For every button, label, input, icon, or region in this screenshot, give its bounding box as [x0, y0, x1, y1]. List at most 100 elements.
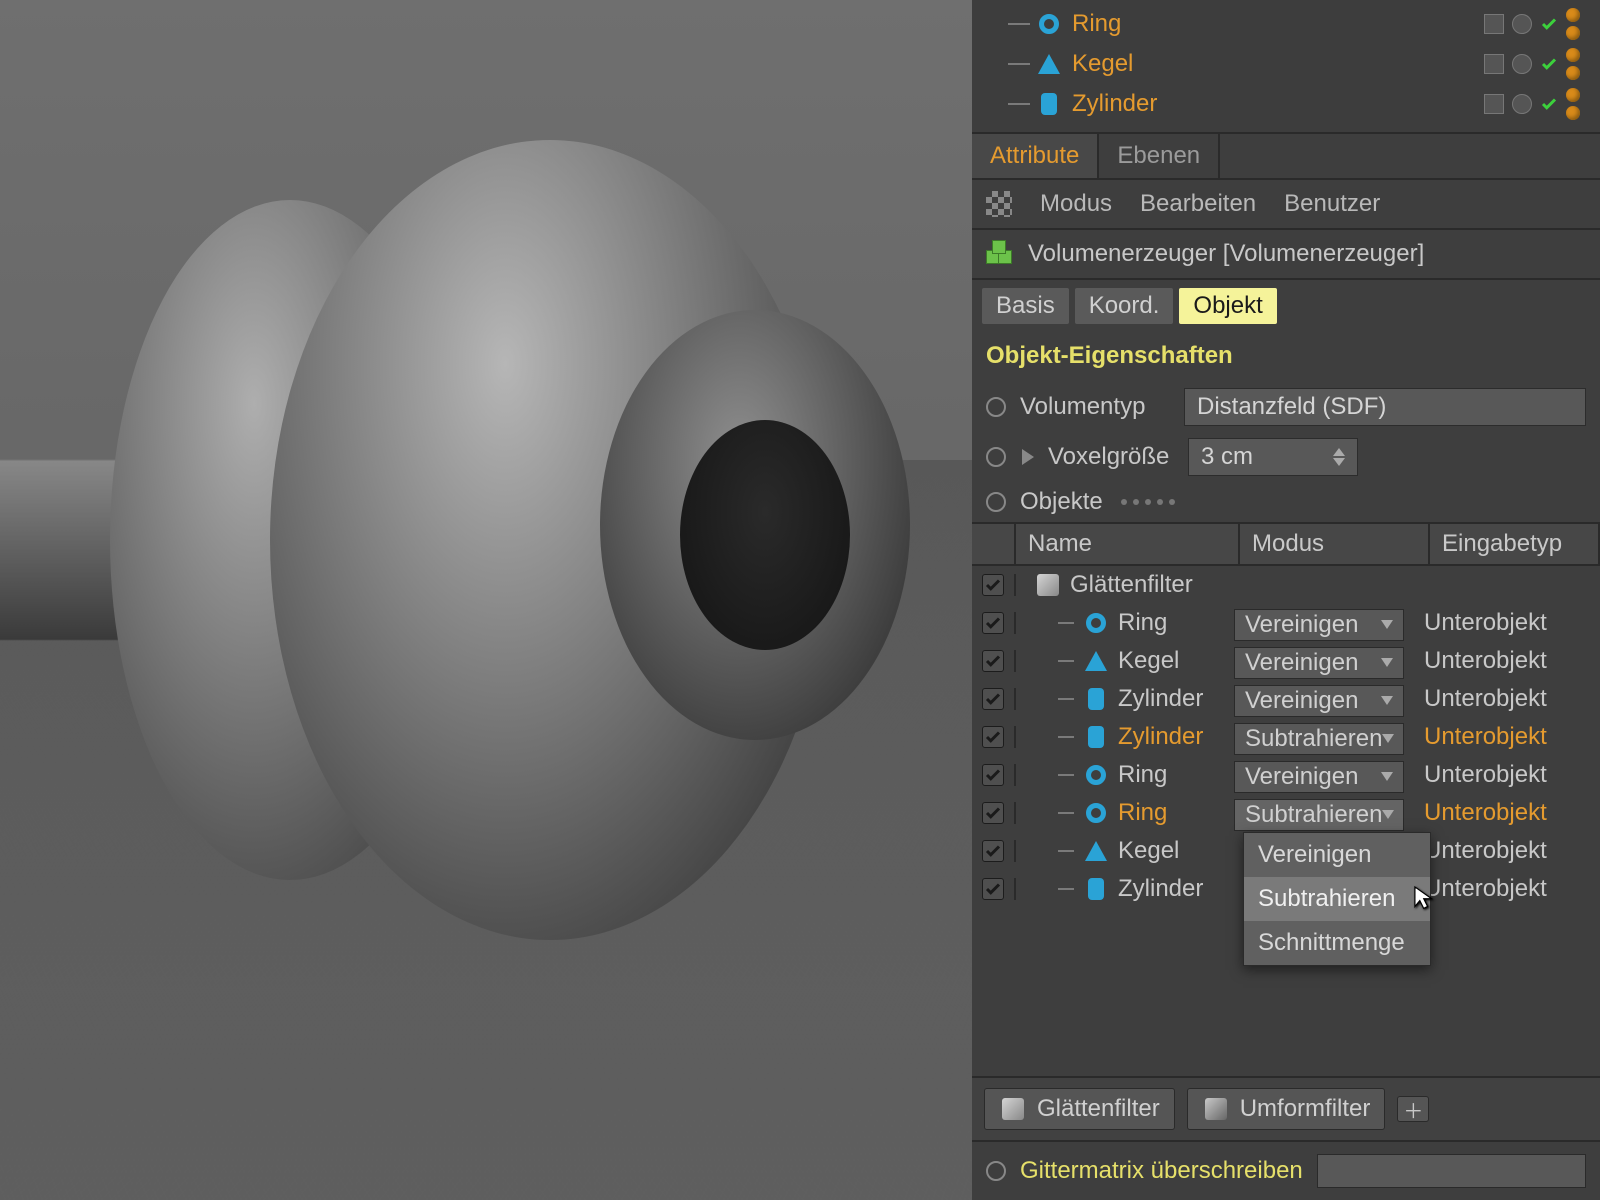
spinner-icon[interactable] — [1333, 448, 1345, 466]
mode-dropdown[interactable]: Vereinigen — [1234, 761, 1404, 793]
tab-attribute[interactable]: Attribute — [972, 134, 1099, 178]
dd-item-schnittmenge[interactable]: Schnittmenge — [1244, 921, 1430, 965]
mode-value: Vereinigen — [1245, 763, 1358, 791]
chevron-down-icon — [1382, 810, 1394, 819]
menu-modus[interactable]: Modus — [1040, 190, 1112, 218]
render-toggle[interactable] — [1512, 94, 1532, 114]
row-name: Kegel — [1118, 837, 1179, 865]
list-row[interactable]: KegelVereinigenUnterobjekt — [972, 642, 1600, 680]
footer-row: Gittermatrix überschreiben — [972, 1140, 1600, 1200]
row-checkbox[interactable] — [982, 840, 1004, 862]
prop-objekte: Objekte — [972, 482, 1600, 522]
col-name[interactable]: Name — [1016, 524, 1240, 564]
row-checkbox[interactable] — [982, 650, 1004, 672]
enable-check-icon[interactable] — [1540, 55, 1558, 73]
enable-check-icon[interactable] — [1540, 15, 1558, 33]
umformfilter-button[interactable]: Umformfilter — [1187, 1088, 1386, 1130]
dd-item-subtrahieren[interactable]: Subtrahieren — [1244, 877, 1430, 921]
section-heading: Objekt-Eigenschaften — [972, 332, 1600, 382]
mode-dropdown[interactable]: Subtrahieren — [1234, 723, 1404, 755]
list-row[interactable]: RingSubtrahierenUnterobjekt — [972, 794, 1600, 832]
mode-dropdown[interactable]: Subtrahieren — [1234, 799, 1404, 831]
row-name: Zylinder — [1118, 685, 1203, 713]
voxel-input[interactable]: 3 cm — [1188, 438, 1358, 476]
tree-connector — [1058, 736, 1074, 738]
enable-check-icon[interactable] — [1540, 95, 1558, 113]
mode-dropdown[interactable]: Vereinigen — [1234, 609, 1404, 641]
om-right-controls — [1484, 48, 1580, 80]
anim-toggle[interactable] — [986, 397, 1006, 417]
glattenfilter-button[interactable]: Glättenfilter — [984, 1088, 1175, 1130]
ring-icon — [1084, 801, 1108, 825]
cone-icon — [1036, 51, 1062, 77]
row-checkbox[interactable] — [982, 802, 1004, 824]
expand-icon[interactable] — [1022, 449, 1034, 465]
mode-dropdown[interactable]: Vereinigen — [1234, 647, 1404, 679]
status-dots-icon — [1566, 8, 1580, 40]
row-checkbox[interactable] — [982, 726, 1004, 748]
footer-label: Gittermatrix überschreiben — [1020, 1157, 1303, 1185]
input-type: Unterobjekt — [1424, 647, 1594, 675]
add-folder-button[interactable]: ＋ — [1397, 1096, 1429, 1122]
render-toggle[interactable] — [1512, 14, 1532, 34]
om-row-zylinder[interactable]: Zylinder — [972, 84, 1600, 124]
cylinder-icon — [1036, 91, 1062, 117]
om-row-kegel[interactable]: Kegel — [972, 44, 1600, 84]
row-checkbox[interactable] — [982, 878, 1004, 900]
om-row-ring[interactable]: Ring — [972, 4, 1600, 44]
tree-connector — [1058, 622, 1074, 624]
col-eingabetyp[interactable]: Eingabetyp — [1430, 524, 1600, 564]
mode-value: Vereinigen — [1245, 687, 1358, 715]
object-manager: Ring Kegel — [972, 0, 1600, 132]
row-checkbox[interactable] — [982, 688, 1004, 710]
layer-toggle[interactable] — [1484, 54, 1504, 74]
subtab-koord[interactable]: Koord. — [1075, 288, 1174, 324]
footer-slot[interactable] — [1317, 1154, 1586, 1188]
input-type: Unterobjekt — [1424, 837, 1594, 865]
list-row[interactable]: ZylinderSubtrahierenUnterobjekt — [972, 718, 1600, 756]
mode-dropdown[interactable]: Vereinigen — [1234, 685, 1404, 717]
dd-item-vereinigen[interactable]: Vereinigen — [1244, 833, 1430, 877]
side-panel: Ring Kegel — [972, 0, 1600, 1200]
render-toggle[interactable] — [1512, 54, 1532, 74]
grid-icon[interactable] — [986, 191, 1012, 217]
anim-toggle[interactable] — [986, 447, 1006, 467]
list-row[interactable]: Glättenfilter — [972, 566, 1600, 604]
tree-connector — [1002, 63, 1036, 65]
anim-toggle[interactable] — [986, 492, 1006, 512]
prop-volumentyp: Volumentyp Distanzfeld (SDF) — [972, 382, 1600, 432]
chevron-down-icon — [1381, 620, 1393, 629]
reshape-filter-icon — [1202, 1095, 1230, 1123]
object-list-body: GlättenfilterRingVereinigenUnterobjektKe… — [972, 566, 1600, 908]
row-checkbox[interactable] — [982, 612, 1004, 634]
layer-toggle[interactable] — [1484, 94, 1504, 114]
prop-voxel: Voxelgröße 3 cm — [972, 432, 1600, 482]
col-modus[interactable]: Modus — [1240, 524, 1430, 564]
menu-benutzer[interactable]: Benutzer — [1284, 190, 1380, 218]
input-type: Unterobjekt — [1424, 723, 1594, 751]
tree-connector — [1058, 660, 1074, 662]
list-row[interactable]: RingVereinigenUnterobjekt — [972, 604, 1600, 642]
subtab-objekt[interactable]: Objekt — [1179, 288, 1276, 324]
chevron-down-icon — [1381, 658, 1393, 667]
menu-bearbeiten[interactable]: Bearbeiten — [1140, 190, 1256, 218]
chevron-down-icon — [1382, 734, 1394, 743]
list-row[interactable]: ZylinderVereinigenUnterobjekt — [972, 680, 1600, 718]
input-type: Unterobjekt — [1424, 799, 1594, 827]
attribute-subtabs: Basis Koord. Objekt — [972, 280, 1600, 332]
om-name: Zylinder — [1072, 90, 1157, 118]
ring-icon — [1036, 11, 1062, 37]
model-hole-inner — [680, 420, 850, 650]
list-row[interactable]: RingVereinigenUnterobjekt — [972, 756, 1600, 794]
status-dots-icon — [1566, 48, 1580, 80]
dots-icon — [1121, 499, 1175, 505]
subtab-basis[interactable]: Basis — [982, 288, 1069, 324]
tab-ebenen[interactable]: Ebenen — [1099, 134, 1220, 178]
viewport-3d[interactable] — [0, 0, 972, 1200]
btn-label: Glättenfilter — [1037, 1095, 1160, 1123]
row-checkbox[interactable] — [982, 574, 1004, 596]
row-checkbox[interactable] — [982, 764, 1004, 786]
layer-toggle[interactable] — [1484, 14, 1504, 34]
anim-toggle[interactable] — [986, 1161, 1006, 1181]
volumentyp-dropdown[interactable]: Distanzfeld (SDF) — [1184, 388, 1586, 426]
